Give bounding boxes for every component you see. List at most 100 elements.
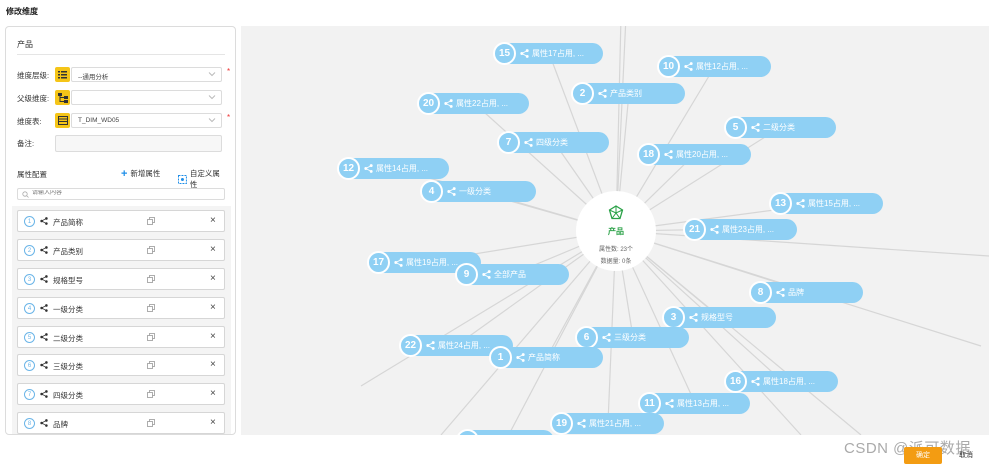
attr-index: 3 <box>24 274 35 285</box>
graph-node[interactable]: 15 属性17占用, ... <box>493 42 603 65</box>
add-attr-button[interactable]: + 新增属性 <box>121 168 160 179</box>
panel-divider <box>17 54 225 55</box>
share-icon <box>447 187 456 198</box>
node-label: 属性19占用, ... <box>406 258 459 267</box>
graph-node[interactable]: 11 属性13占用, ... <box>638 392 750 415</box>
remark-input[interactable] <box>55 135 222 152</box>
graph-node[interactable]: 10 属性12占用, ... <box>657 55 771 78</box>
node-label: 属性20占用, ... <box>676 150 729 159</box>
share-icon <box>40 275 48 285</box>
attr-item[interactable]: 1 产品简称 × <box>17 210 225 232</box>
share-icon <box>364 164 373 175</box>
share-icon <box>40 304 48 314</box>
attr-index: 5 <box>24 332 35 343</box>
dimension-graph: 15 属性17占用, ... 10 属性12占用, ... 2 产品类别 20 属性22占用,… <box>241 26 989 435</box>
graph-node[interactable]: 7 四级分类 <box>497 131 609 154</box>
node-label: 属性12占用, ... <box>696 62 749 71</box>
attr-item[interactable]: 2 产品类别 × <box>17 239 225 261</box>
attr-name: 一级分类 <box>53 305 83 314</box>
graph-node[interactable]: 13 属性15占用, ... <box>769 192 883 215</box>
search-icon <box>22 191 29 198</box>
graph-node[interactable]: 2 产品类别 <box>571 82 685 105</box>
node-index: 1 <box>489 346 512 369</box>
node-index: 19 <box>550 412 573 435</box>
share-icon <box>40 246 48 256</box>
attr-search[interactable] <box>17 188 225 200</box>
graph-node[interactable]: 21 属性23占用, ... <box>683 218 797 241</box>
graph-node[interactable]: 18 属性20占用, ... <box>637 143 751 166</box>
node-label: 二级分类 <box>763 123 795 132</box>
close-icon[interactable]: × <box>210 215 216 226</box>
custom-attr-button[interactable]: 自定义属性 <box>178 168 227 190</box>
node-label: 全部产品 <box>494 270 526 279</box>
close-icon[interactable]: × <box>210 417 216 428</box>
share-icon <box>751 377 760 388</box>
table-row: 维度表: T_DIM_WD05 * <box>17 113 232 129</box>
node-label: 三级分类 <box>614 333 646 342</box>
attr-config-title: 属性配置 <box>17 170 47 179</box>
confirm-button[interactable]: 确定 <box>904 447 942 464</box>
attr-item[interactable]: 4 一级分类 × <box>17 297 225 319</box>
close-icon[interactable]: × <box>210 331 216 342</box>
copy-icon[interactable] <box>147 390 155 400</box>
copy-icon[interactable] <box>147 361 155 371</box>
share-icon <box>751 123 760 134</box>
attr-index: 1 <box>24 216 35 227</box>
level-select[interactable]: --通用分析 <box>71 67 222 82</box>
node-label: 属性21占用, ... <box>589 419 642 428</box>
graph-node[interactable]: 8 品牌 <box>749 281 863 304</box>
panel-title: 产品 <box>17 40 33 49</box>
share-icon <box>516 353 525 364</box>
share-icon <box>689 313 698 324</box>
close-icon[interactable]: × <box>210 359 216 370</box>
chevron-down-icon <box>208 95 216 100</box>
copy-icon[interactable] <box>147 419 155 429</box>
node-label: 规格型号 <box>701 313 733 322</box>
required-mark: * <box>227 67 231 76</box>
graph-node[interactable] <box>456 429 554 435</box>
graph-node[interactable]: 1 产品简称 <box>489 346 603 369</box>
graph-node[interactable]: 12 属性14占用, ... <box>337 157 449 180</box>
attr-item[interactable]: 6 三级分类 × <box>17 354 225 376</box>
copy-icon[interactable] <box>147 217 155 227</box>
list-icon <box>55 67 70 82</box>
close-icon[interactable]: × <box>210 302 216 313</box>
node-index: 6 <box>575 326 598 349</box>
node-label: 属性13占用, ... <box>677 399 730 408</box>
graph-node[interactable]: 4 一级分类 <box>420 180 536 203</box>
graph-node[interactable]: 16 属性18占用, ... <box>724 370 838 393</box>
graph-node[interactable]: 19 属性21占用, ... <box>550 412 664 435</box>
attr-search-input[interactable] <box>32 190 212 196</box>
tree-icon <box>55 90 70 105</box>
remark-label: 备注: <box>17 139 35 148</box>
attr-index: 8 <box>24 418 35 429</box>
copy-icon[interactable] <box>147 333 155 343</box>
graph-node[interactable]: 5 二级分类 <box>724 116 836 139</box>
table-select[interactable]: T_DIM_WD05 <box>71 113 222 128</box>
attr-index: 4 <box>24 303 35 314</box>
attr-name: 二级分类 <box>53 334 83 343</box>
node-label: 四级分类 <box>536 138 568 147</box>
graph-node[interactable]: 6 三级分类 <box>575 326 689 349</box>
attr-item[interactable]: 7 四级分类 × <box>17 383 225 405</box>
copy-icon[interactable] <box>147 304 155 314</box>
copy-icon[interactable] <box>147 246 155 256</box>
copy-icon[interactable] <box>147 275 155 285</box>
attr-item[interactable]: 8 品牌 × <box>17 412 225 434</box>
center-node[interactable]: 产品 属性数: 23个 数据量: 0条 <box>576 191 656 271</box>
attr-item[interactable]: 3 规格型号 × <box>17 268 225 290</box>
share-icon <box>664 150 673 161</box>
node-index: 21 <box>683 218 706 241</box>
level-row: 维度层级: --通用分析 * <box>17 67 232 83</box>
graph-node[interactable]: 9 全部产品 <box>455 263 569 286</box>
graph-node[interactable]: 20 属性22占用, ... <box>417 92 529 115</box>
close-icon[interactable]: × <box>210 388 216 399</box>
close-icon[interactable]: × <box>210 244 216 255</box>
node-label: 品牌 <box>788 288 804 297</box>
close-icon[interactable]: × <box>210 273 216 284</box>
parent-select[interactable] <box>71 90 222 105</box>
graph-node[interactable]: 3 规格型号 <box>662 306 776 329</box>
cancel-button[interactable]: 取消 <box>947 447 985 464</box>
attr-item[interactable]: 5 二级分类 × <box>17 326 225 348</box>
share-icon <box>598 89 607 100</box>
